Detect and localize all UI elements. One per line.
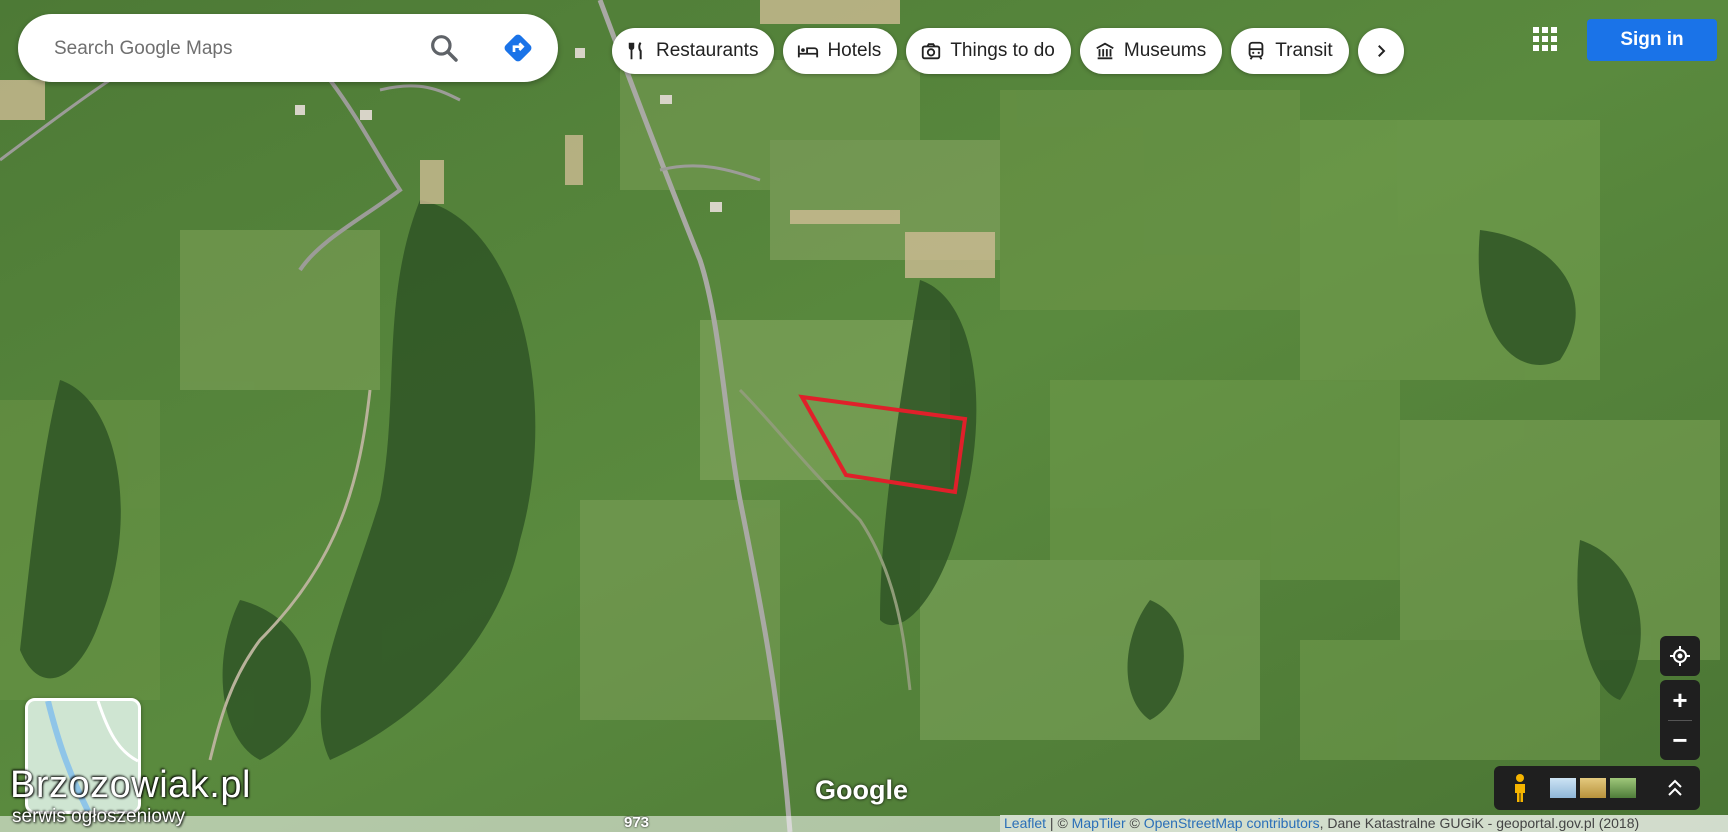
search-icon[interactable]: [428, 32, 460, 64]
zoom-control: + −: [1660, 680, 1700, 760]
camera-icon: [922, 43, 941, 60]
chip-transit[interactable]: Transit: [1231, 28, 1349, 74]
satellite-map[interactable]: [0, 0, 1728, 832]
google-logo: Google: [815, 775, 908, 805]
chip-label: Restaurants: [656, 40, 759, 61]
layer-thumb-terrain[interactable]: [1580, 778, 1606, 798]
bed-icon: [798, 45, 819, 58]
chip-label: Transit: [1275, 40, 1333, 61]
maptiler-link[interactable]: MapTiler: [1072, 815, 1126, 831]
chip-label: Hotels: [827, 40, 882, 61]
category-chips: Restaurants Hotels Things to do Museums …: [612, 28, 1404, 74]
search-input[interactable]: [52, 30, 416, 68]
road-number-label: 973: [624, 814, 650, 831]
chip-museums[interactable]: Museums: [1079, 28, 1223, 74]
zoom-out-button[interactable]: −: [1660, 720, 1700, 760]
expand-up-icon[interactable]: [1666, 778, 1684, 798]
layer-thumb-imagery[interactable]: [1610, 778, 1636, 798]
apps-grid-icon[interactable]: [1533, 27, 1557, 51]
museum-icon: [1096, 42, 1114, 60]
chips-next-button[interactable]: [1357, 28, 1404, 74]
watermark-title: Brzozowiak.pl: [10, 764, 251, 806]
chip-label: Things to do: [950, 40, 1055, 61]
leaflet-link[interactable]: Leaflet: [1004, 815, 1046, 831]
map-attribution: Leaflet | © MapTiler © OpenStreetMap con…: [1000, 815, 1728, 832]
pegman-icon[interactable]: [1510, 773, 1530, 803]
sign-in-button[interactable]: Sign in: [1587, 19, 1717, 61]
zoom-in-button[interactable]: +: [1660, 680, 1700, 720]
train-icon: [1248, 41, 1264, 60]
chip-restaurants[interactable]: Restaurants: [612, 28, 775, 74]
watermark-subtitle: serwis ogłoszeniowy: [12, 806, 186, 827]
directions-icon[interactable]: [502, 32, 534, 64]
osm-link[interactable]: OpenStreetMap contributors: [1144, 815, 1320, 831]
crosshair-icon: [1670, 646, 1690, 666]
my-location-button[interactable]: [1660, 636, 1700, 676]
chip-hotels[interactable]: Hotels: [783, 28, 898, 74]
chip-things-to-do[interactable]: Things to do: [906, 28, 1071, 74]
chip-label: Museums: [1123, 40, 1207, 61]
layers-bar: [1494, 766, 1700, 810]
chevron-right-icon: [1377, 45, 1386, 57]
search-box[interactable]: [18, 14, 558, 82]
fork-knife-icon: [628, 42, 642, 60]
layer-thumb-satellite[interactable]: [1550, 778, 1576, 798]
